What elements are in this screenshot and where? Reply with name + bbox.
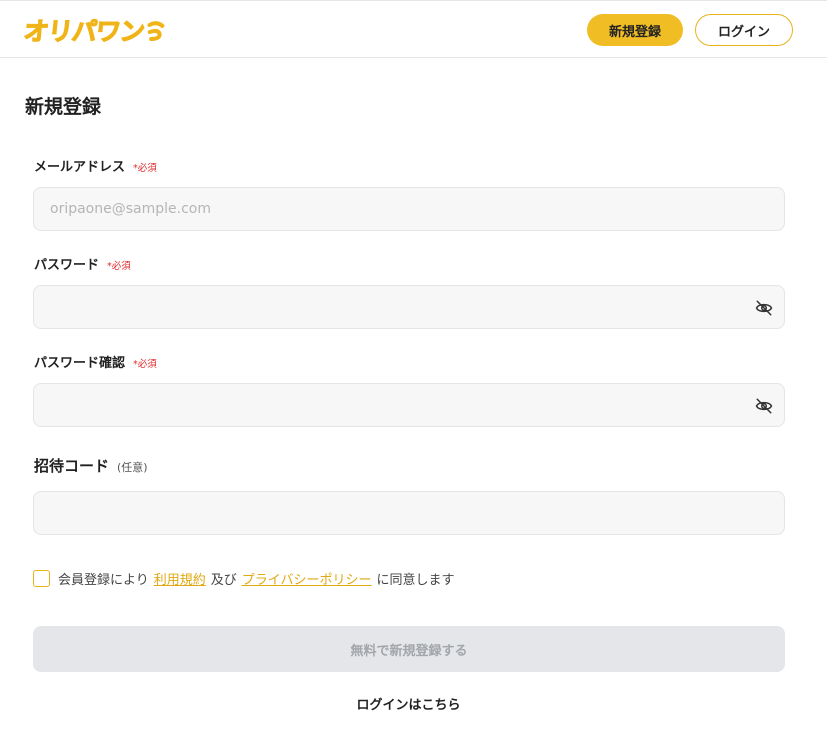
agreement-text-after: に同意します bbox=[376, 573, 455, 588]
email-field-wrapper bbox=[33, 187, 785, 231]
privacy-policy-link[interactable]: プライバシーポリシー bbox=[242, 569, 372, 588]
password-confirm-required-badge: *必須 bbox=[133, 359, 157, 370]
logo-mark-icon bbox=[147, 21, 165, 41]
invite-code-field-wrapper bbox=[33, 491, 785, 535]
email-label: メールアドレス bbox=[34, 160, 126, 175]
invite-code-optional-badge: (任意) bbox=[117, 461, 148, 474]
terms-link[interactable]: 利用規約 bbox=[154, 569, 206, 588]
email-label-row: メールアドレス *必須 bbox=[34, 156, 157, 175]
site-header: オリパワン 新規登録 ログイン bbox=[0, 0, 827, 58]
password-field-wrapper bbox=[33, 285, 785, 329]
agreement-checkbox[interactable] bbox=[33, 570, 50, 587]
email-required-badge: *必須 bbox=[133, 163, 157, 174]
password-visibility-toggle[interactable] bbox=[754, 298, 774, 318]
password-confirm-label-row: パスワード確認 *必須 bbox=[34, 352, 157, 371]
login-link[interactable]: ログインはこちら bbox=[0, 694, 817, 713]
password-confirm-field[interactable] bbox=[34, 384, 784, 426]
email-field[interactable] bbox=[34, 188, 784, 230]
password-field[interactable] bbox=[34, 286, 784, 328]
password-confirm-visibility-toggle[interactable] bbox=[754, 396, 774, 416]
invite-code-field[interactable] bbox=[34, 492, 784, 534]
password-confirm-field-wrapper bbox=[33, 383, 785, 427]
submit-signup-button[interactable]: 無料で新規登録する bbox=[33, 626, 785, 672]
agreement-row: 会員登録により 利用規約 及び プライバシーポリシー に同意します bbox=[33, 569, 455, 588]
password-label-row: パスワード *必須 bbox=[34, 254, 131, 273]
logo-text: オリパワン bbox=[22, 16, 146, 46]
password-confirm-label: パスワード確認 bbox=[34, 356, 126, 371]
eye-off-icon bbox=[755, 398, 773, 414]
logo[interactable]: オリパワン bbox=[22, 12, 169, 48]
eye-off-icon bbox=[755, 300, 773, 316]
header-signup-button[interactable]: 新規登録 bbox=[587, 14, 683, 46]
invite-code-label: 招待コード bbox=[34, 457, 110, 475]
invite-code-label-row: 招待コード (任意) bbox=[34, 455, 148, 476]
agreement-text-before: 会員登録により bbox=[58, 573, 149, 588]
password-label: パスワード bbox=[34, 258, 100, 273]
page-title: 新規登録 bbox=[25, 96, 102, 118]
password-required-badge: *必須 bbox=[107, 261, 131, 272]
header-login-button[interactable]: ログイン bbox=[695, 14, 793, 46]
agreement-conjunction: 及び bbox=[210, 573, 237, 588]
